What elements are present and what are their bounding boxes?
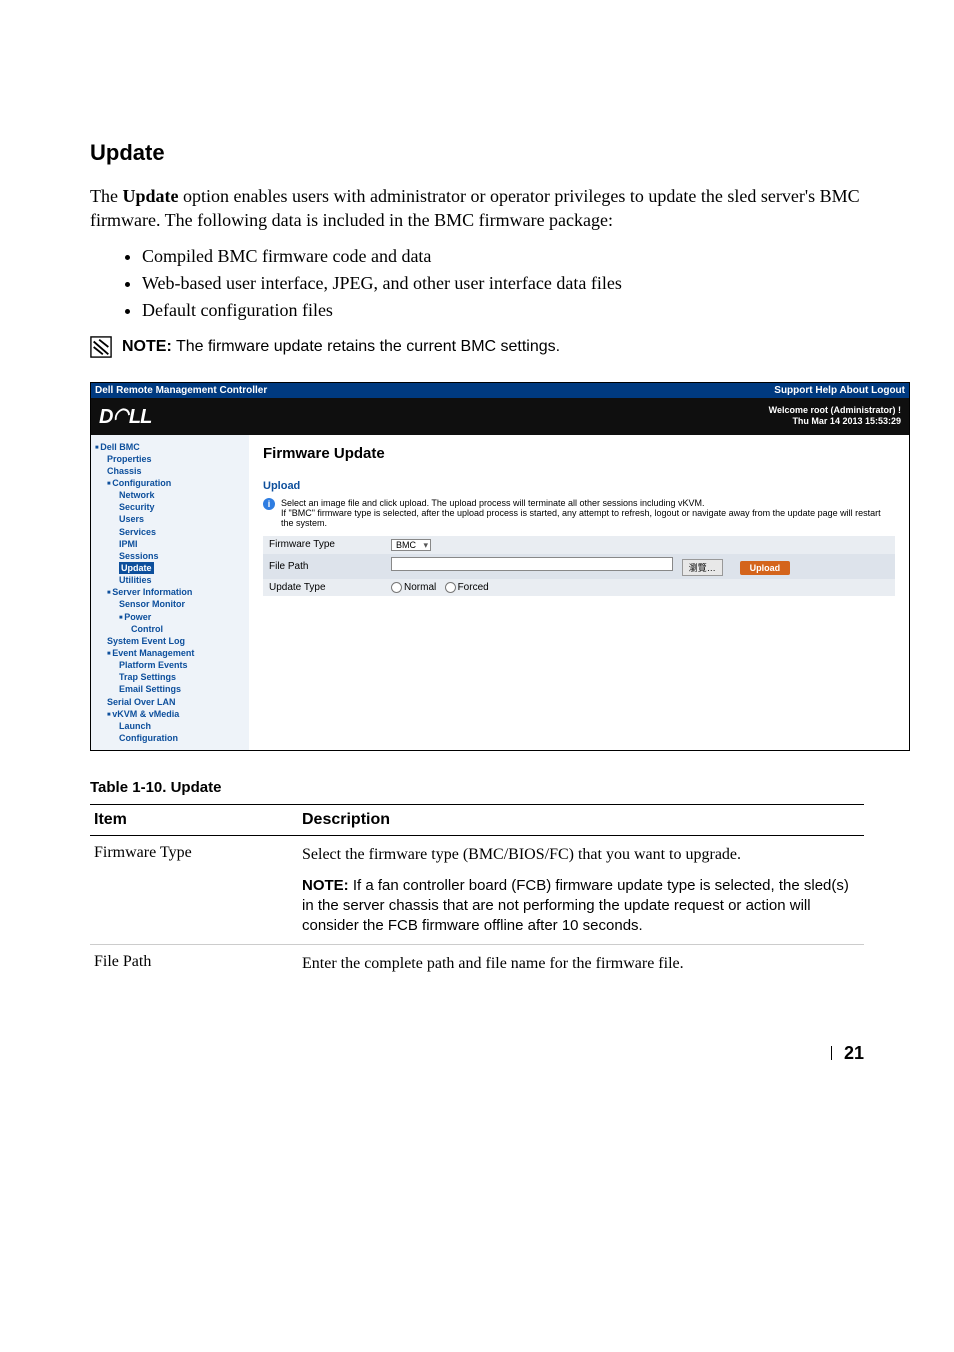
nav-properties[interactable]: Properties [95, 453, 245, 465]
nav-update[interactable]: Update [95, 562, 245, 574]
update-type-options: Normal Forced [385, 579, 895, 596]
info-block: i Select an image file and click upload.… [263, 498, 895, 528]
info-icon: i [263, 498, 275, 510]
note-label: NOTE: [122, 338, 172, 355]
content-area: Firmware Update Upload i Select an image… [249, 435, 909, 751]
nav-system-event-log[interactable]: System Event Log [95, 635, 245, 647]
welcome-block: Welcome root (Administrator) ! Thu Mar 1… [769, 405, 901, 428]
page-number: 21 [844, 1043, 864, 1063]
bullet-item: Compiled BMC firmware code and data [142, 243, 864, 270]
nav-event-management[interactable]: Event Management [95, 647, 245, 659]
nav-power[interactable]: Power [95, 611, 245, 623]
page-heading: Update [90, 140, 864, 166]
content-section: Upload [263, 480, 895, 492]
nav-vkvm-vmedia[interactable]: vKVM & vMedia [95, 708, 245, 720]
file-path-label: File Path [263, 554, 385, 579]
nav-sensor-monitor[interactable]: Sensor Monitor [95, 598, 245, 610]
intro-bold: Update [122, 186, 178, 206]
radio-normal-label: Normal [404, 582, 436, 593]
nav-platform-events[interactable]: Platform Events [95, 659, 245, 671]
nav-utilities[interactable]: Utilities [95, 574, 245, 586]
th-description: Description [298, 805, 864, 836]
update-type-label: Update Type [263, 579, 385, 596]
topbar-title: Dell Remote Management Controller [95, 385, 267, 396]
info-line2: If "BMC" firmware type is selected, afte… [281, 508, 895, 528]
intro-paragraph: The Update option enables users with adm… [90, 184, 864, 233]
nav-control[interactable]: Control [95, 623, 245, 635]
firmware-type-select[interactable]: BMC [391, 539, 431, 551]
firmware-type-note-text: If a fan controller board (FCB) firmware… [302, 877, 849, 935]
nav-serial-over-lan[interactable]: Serial Over LAN [95, 696, 245, 708]
nav-email-settings[interactable]: Email Settings [95, 683, 245, 695]
nav-server-information[interactable]: Server Information [95, 586, 245, 598]
firmware-type-label: Firmware Type [263, 536, 385, 554]
embedded-screenshot: Dell Remote Management Controller Suppor… [90, 382, 910, 752]
firmware-type-note-label: NOTE: [302, 877, 349, 894]
welcome-line1: Welcome root (Administrator) ! [769, 405, 901, 416]
nav-configuration[interactable]: Configuration [95, 477, 245, 489]
sidebar-nav: Dell BMC Properties Chassis Configuratio… [91, 435, 249, 751]
nav-users[interactable]: Users [95, 513, 245, 525]
note-body: The firmware update retains the current … [172, 338, 560, 355]
note-row: NOTE: The firmware update retains the cu… [90, 336, 864, 358]
info-line1: Select an image file and click upload. T… [281, 498, 895, 508]
td-firmware-type: Firmware Type [90, 836, 298, 945]
browse-button[interactable]: 瀏覽… [682, 559, 723, 576]
file-path-input[interactable] [391, 557, 673, 571]
dell-logo: D◠LL [99, 404, 151, 429]
firmware-type-desc-text: Select the firmware type (BMC/BIOS/FC) t… [302, 844, 860, 866]
th-item: Item [90, 805, 298, 836]
nav-security[interactable]: Security [95, 501, 245, 513]
nav-chassis[interactable]: Chassis [95, 465, 245, 477]
radio-normal[interactable] [391, 582, 402, 593]
radio-forced-label: Forced [458, 582, 489, 593]
page-footer: 21 [90, 1043, 864, 1064]
welcome-line2: Thu Mar 14 2013 15:53:29 [769, 416, 901, 427]
nav-network[interactable]: Network [95, 489, 245, 501]
table-caption: Table 1-10. Update [90, 779, 864, 796]
td-file-path-desc: Enter the complete path and file name fo… [298, 945, 864, 983]
firmware-type-note: NOTE: If a fan controller board (FCB) fi… [302, 876, 860, 937]
nav-ipmi[interactable]: IPMI [95, 538, 245, 550]
header-bar: D◠LL Welcome root (Administrator) ! Thu … [91, 398, 909, 435]
td-firmware-type-desc: Select the firmware type (BMC/BIOS/FC) t… [298, 836, 864, 945]
nav-dell-bmc[interactable]: Dell BMC [95, 441, 245, 453]
upload-button[interactable]: Upload [740, 561, 791, 575]
radio-forced[interactable] [445, 582, 456, 593]
form-table: Firmware Type BMC File Path 瀏覽… Upload [263, 536, 895, 596]
bullet-list: Compiled BMC firmware code and data Web-… [90, 243, 864, 324]
bullet-item: Web-based user interface, JPEG, and othe… [142, 270, 864, 297]
footer-divider [831, 1046, 832, 1060]
nav-trap-settings[interactable]: Trap Settings [95, 671, 245, 683]
note-text: NOTE: The firmware update retains the cu… [122, 338, 560, 356]
nav-configuration2[interactable]: Configuration [95, 732, 245, 744]
topbar-links[interactable]: Support Help About Logout [774, 385, 905, 396]
td-file-path: File Path [90, 945, 298, 983]
bullet-item: Default configuration files [142, 297, 864, 324]
nav-launch[interactable]: Launch [95, 720, 245, 732]
topbar: Dell Remote Management Controller Suppor… [91, 383, 909, 398]
nav-services[interactable]: Services [95, 526, 245, 538]
content-title: Firmware Update [263, 445, 895, 462]
nav-sessions[interactable]: Sessions [95, 550, 245, 562]
doc-table: Item Description Firmware Type Select th… [90, 804, 864, 983]
note-icon [90, 336, 112, 358]
